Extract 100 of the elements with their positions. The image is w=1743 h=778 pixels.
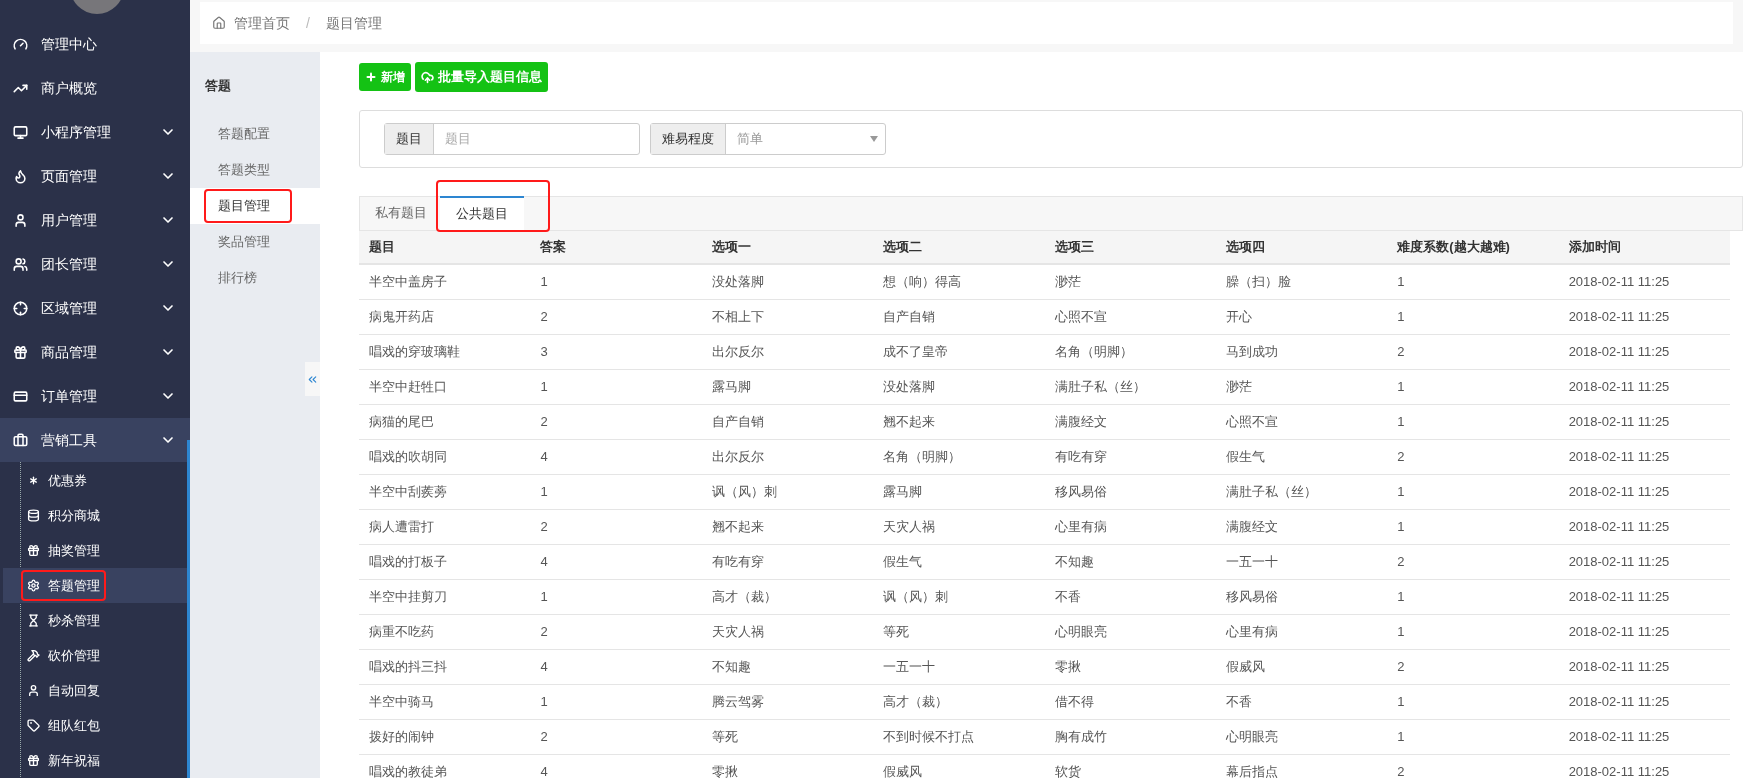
gift-icon xyxy=(13,344,28,360)
tab[interactable]: 私有题目 xyxy=(362,196,440,230)
user-icon xyxy=(13,212,28,228)
submenu-link[interactable]: 答题配置 xyxy=(190,115,320,152)
tab[interactable]: 公共题目 xyxy=(440,196,524,230)
table-cell-text: 1 xyxy=(539,588,549,607)
table-cell-text: 唱戏的穿玻璃鞋 xyxy=(368,343,461,362)
menu-item[interactable]: 管理中心 xyxy=(0,22,190,66)
menu-item[interactable]: 区域管理 xyxy=(0,286,190,330)
table-cell-text: 病鬼开药店 xyxy=(368,308,435,327)
menu-label: 积分商城 xyxy=(48,506,100,525)
table-cell-text: 不相上下 xyxy=(710,308,765,327)
column-header: 选项二 xyxy=(882,238,924,257)
plus-icon xyxy=(365,71,377,83)
table-cell-text: 2 xyxy=(1396,553,1406,572)
field-label: 难易程度 xyxy=(651,124,726,154)
users-icon xyxy=(13,256,28,272)
table-cell-text: 4 xyxy=(539,763,549,778)
menu-item[interactable]: 用户管理 xyxy=(0,198,190,242)
field-label: 题目 xyxy=(385,124,434,154)
table-cell-text: 2018-02-11 11:25 xyxy=(1567,378,1671,397)
table-cell-text: 心照不宣 xyxy=(1224,413,1279,432)
table-cell-text: 2018-02-11 11:25 xyxy=(1567,623,1671,642)
column-header: 难度系数(越大越难) xyxy=(1396,238,1511,257)
table-cell-text: 零揪 xyxy=(710,763,739,778)
question-field[interactable]: 题目 题目 xyxy=(384,123,640,155)
table-cell-text: 半空中骑马 xyxy=(368,693,435,712)
menu-item[interactable]: 订单管理 xyxy=(0,374,190,418)
table-cell-text: 不知趣 xyxy=(710,658,752,677)
menu-item[interactable]: 营销工具 xyxy=(0,418,190,462)
submenu-item[interactable]: 积分商城 xyxy=(3,498,190,533)
table-cell-text: 2018-02-11 11:25 xyxy=(1567,693,1671,712)
table-cell-text: 2 xyxy=(1396,343,1406,362)
table-cell-text: 翘不起来 xyxy=(710,518,765,537)
question-input[interactable]: 题目 xyxy=(434,124,639,154)
table-cell-text: 2018-02-11 11:25 xyxy=(1567,413,1671,432)
table-cell-text: 2018-02-11 11:25 xyxy=(1567,518,1671,537)
settings-icon xyxy=(27,579,40,592)
submenu-item[interactable]: 新年祝福 xyxy=(3,743,190,778)
column-header: 答案 xyxy=(539,238,568,257)
submenu-item[interactable]: 自动回复 xyxy=(3,673,190,708)
difficulty-select[interactable]: 难易程度 简单 xyxy=(650,123,886,155)
table-cell-text: 1 xyxy=(1396,483,1406,502)
submenu-link[interactable]: 排行榜 xyxy=(190,259,320,296)
table-cell-text: 满腹经文 xyxy=(1224,518,1279,537)
table-cell-text: 拨好的闹钟 xyxy=(368,728,435,747)
table-cell-text: 马到成功 xyxy=(1224,343,1279,362)
table-cell-text: 露马脚 xyxy=(710,378,752,397)
menu-item[interactable]: 小程序管理 xyxy=(0,110,190,154)
submenu-link[interactable]: 答题类型 xyxy=(190,151,320,188)
home-icon[interactable] xyxy=(212,16,226,30)
menu-item[interactable]: 商品管理 xyxy=(0,330,190,374)
table-cell-text: 唱戏的吹胡同 xyxy=(368,448,448,467)
submenu-link[interactable]: 题目管理 xyxy=(190,187,320,224)
submenu-item[interactable]: 抽奖管理 xyxy=(3,533,190,568)
table-cell-text: 1 xyxy=(1396,378,1406,397)
menu-label: 答题管理 xyxy=(48,576,100,595)
menu-item[interactable]: 团长管理 xyxy=(0,242,190,286)
gauge-icon xyxy=(13,36,28,52)
table-cell-text: 翘不起来 xyxy=(882,413,937,432)
breadcrumb-link[interactable]: 管理首页 xyxy=(234,12,290,34)
submenu-link[interactable]: 奖品管理 xyxy=(190,223,320,260)
table-cell-text: 2018-02-11 11:25 xyxy=(1567,448,1671,467)
table-cell-text: 1 xyxy=(1396,273,1406,292)
submenu-item[interactable]: 答题管理 xyxy=(3,568,190,603)
table-cell-text: 病猫的尾巴 xyxy=(368,413,435,432)
table-cell-text: 软货 xyxy=(1053,763,1082,778)
column-header: 添加时间 xyxy=(1567,238,1622,257)
table-cell-text: 臊（扫）脸 xyxy=(1224,273,1292,292)
submenu-item[interactable]: 组队红包 xyxy=(3,708,190,743)
table-cell-text: 不香 xyxy=(1053,588,1082,607)
table-cell-text: 移风易俗 xyxy=(1224,588,1279,607)
menu-item[interactable]: 商户概览 xyxy=(0,66,190,110)
collapse-button[interactable] xyxy=(305,362,320,396)
table-cell-text: 露马脚 xyxy=(882,483,924,502)
column-header: 选项一 xyxy=(710,238,752,257)
table-cell-text: 满肚子私（丝） xyxy=(1224,483,1318,502)
menu-label: 砍价管理 xyxy=(48,646,100,665)
table-cell-text: 1 xyxy=(1396,728,1406,747)
flame-icon xyxy=(13,168,28,184)
table-cell-text: 2018-02-11 11:25 xyxy=(1567,728,1671,747)
hammer-icon xyxy=(27,649,40,662)
submenu-item[interactable]: 砍价管理 xyxy=(3,638,190,673)
table-cell-text: 2 xyxy=(539,623,549,642)
menu-label: 抽奖管理 xyxy=(48,541,100,560)
table-cell-text: 一五一十 xyxy=(1224,553,1279,572)
table-cell-text: 病人遭雷打 xyxy=(368,518,435,537)
table-cell-text: 等死 xyxy=(710,728,739,747)
menu-item[interactable]: 页面管理 xyxy=(0,154,190,198)
table-cell-text: 4 xyxy=(539,658,549,677)
table-cell-text: 2018-02-11 11:25 xyxy=(1567,588,1671,607)
submenu-item[interactable]: 优惠券 xyxy=(3,463,190,498)
table-cell-text: 2018-02-11 11:25 xyxy=(1567,553,1671,572)
column-header: 选项三 xyxy=(1053,238,1095,257)
table-cell-text: 1 xyxy=(1396,413,1406,432)
table-cell-text: 2 xyxy=(539,518,549,537)
table-cell-text: 等死 xyxy=(882,623,911,642)
table-cell-text: 1 xyxy=(539,483,549,502)
breadcrumb-link[interactable]: 题目管理 xyxy=(325,12,382,34)
submenu-item[interactable]: 秒杀管理 xyxy=(3,603,190,638)
